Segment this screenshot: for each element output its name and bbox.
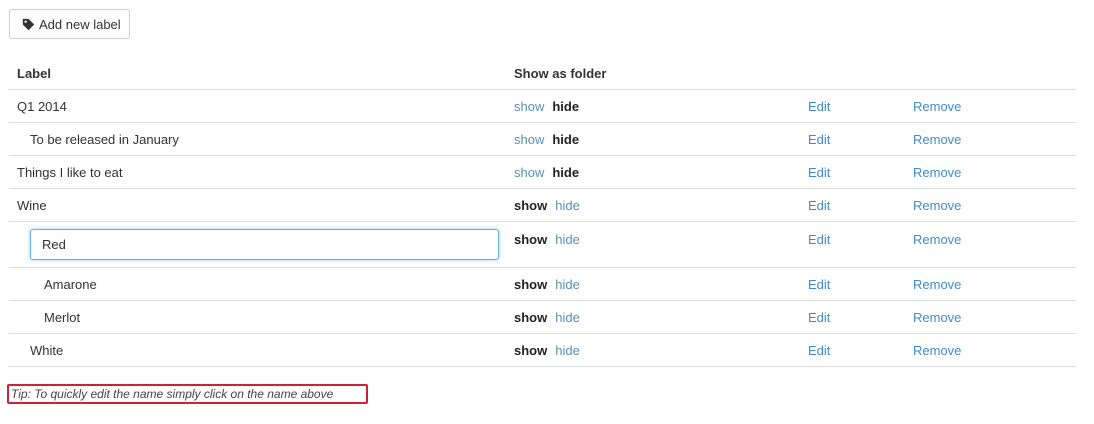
edit-cell: Edit <box>808 189 830 221</box>
show-as-folder-toggle: show hide <box>514 301 580 333</box>
show-as-folder-toggle: show hide <box>514 222 580 267</box>
folder-hide-option[interactable]: hide <box>555 232 580 247</box>
add-new-label-button[interactable]: Add new label <box>9 9 130 39</box>
edit-link[interactable]: Edit <box>808 232 830 247</box>
table-row: show hide Edit Remove <box>9 222 1076 268</box>
tip-text: Tip: To quickly edit the name simply cli… <box>7 384 368 404</box>
labels-table: Label Show as folder Q1 2014 show hide Edit… <box>9 57 1076 367</box>
folder-show-option[interactable]: show <box>514 165 544 180</box>
table-header: Label Show as folder <box>9 57 1076 90</box>
remove-cell: Remove <box>913 334 961 366</box>
remove-cell: Remove <box>913 189 961 221</box>
header-label: Label <box>17 65 51 81</box>
remove-cell: Remove <box>913 123 961 155</box>
folder-show-option[interactable]: show <box>514 99 544 114</box>
table-row: Things I like to eat show hide Edit Remove <box>9 156 1076 189</box>
edit-link[interactable]: Edit <box>808 343 830 358</box>
table-row: To be released in January show hide Edit Rem… <box>9 123 1076 156</box>
remove-link[interactable]: Remove <box>913 99 961 114</box>
remove-cell: Remove <box>913 301 961 333</box>
show-as-folder-toggle: show hide <box>514 156 579 188</box>
remove-link[interactable]: Remove <box>913 198 961 213</box>
edit-link[interactable]: Edit <box>808 165 830 180</box>
edit-link[interactable]: Edit <box>808 277 830 292</box>
table-row: Amarone show hide Edit Remove <box>9 268 1076 301</box>
edit-cell: Edit <box>808 156 830 188</box>
remove-link[interactable]: Remove <box>913 132 961 147</box>
table-row: Wine show hide Edit Remove <box>9 189 1076 222</box>
remove-cell: Remove <box>913 222 961 267</box>
edit-link[interactable]: Edit <box>808 132 830 147</box>
folder-hide-option[interactable]: hide <box>555 343 580 358</box>
folder-show-option[interactable]: show <box>514 232 547 247</box>
show-as-folder-toggle: show hide <box>514 268 580 300</box>
label-name[interactable]: Amarone <box>17 268 97 300</box>
edit-cell: Edit <box>808 123 830 155</box>
edit-cell: Edit <box>808 222 830 267</box>
label-name[interactable]: Things I like to eat <box>17 156 123 188</box>
remove-link[interactable]: Remove <box>913 343 961 358</box>
edit-cell: Edit <box>808 334 830 366</box>
label-edit-cell <box>17 222 499 267</box>
folder-hide-option[interactable]: hide <box>555 198 580 213</box>
table-row: White show hide Edit Remove <box>9 334 1076 367</box>
edit-link[interactable]: Edit <box>808 99 830 114</box>
label-name[interactable]: To be released in January <box>17 123 179 155</box>
remove-cell: Remove <box>913 90 961 122</box>
edit-cell: Edit <box>808 301 830 333</box>
label-name[interactable]: Merlot <box>17 301 80 333</box>
remove-cell: Remove <box>913 156 961 188</box>
label-name[interactable]: Q1 2014 <box>17 90 67 122</box>
folder-show-option[interactable]: show <box>514 310 547 325</box>
folder-show-option[interactable]: show <box>514 132 544 147</box>
show-as-folder-toggle: show hide <box>514 189 580 221</box>
tag-icon <box>22 18 35 30</box>
label-name[interactable]: Wine <box>17 189 47 221</box>
remove-link[interactable]: Remove <box>913 232 961 247</box>
label-name-input[interactable] <box>30 229 499 260</box>
edit-cell: Edit <box>808 268 830 300</box>
add-new-label-text: Add new label <box>39 16 121 32</box>
folder-hide-option[interactable]: hide <box>555 310 580 325</box>
table-row: Q1 2014 show hide Edit Remove <box>9 90 1076 123</box>
folder-hide-option[interactable]: hide <box>552 132 579 147</box>
show-as-folder-toggle: show hide <box>514 90 579 122</box>
table-row: Merlot show hide Edit Remove <box>9 301 1076 334</box>
show-as-folder-toggle: show hide <box>514 334 580 366</box>
edit-cell: Edit <box>808 90 830 122</box>
header-show-as-folder: Show as folder <box>514 65 607 81</box>
folder-show-option[interactable]: show <box>514 198 547 213</box>
folder-hide-option[interactable]: hide <box>555 277 580 292</box>
remove-link[interactable]: Remove <box>913 310 961 325</box>
show-as-folder-toggle: show hide <box>514 123 579 155</box>
folder-hide-option[interactable]: hide <box>552 99 579 114</box>
folder-hide-option[interactable]: hide <box>552 165 579 180</box>
folder-show-option[interactable]: show <box>514 343 547 358</box>
remove-cell: Remove <box>913 268 961 300</box>
remove-link[interactable]: Remove <box>913 165 961 180</box>
remove-link[interactable]: Remove <box>913 277 961 292</box>
edit-link[interactable]: Edit <box>808 310 830 325</box>
label-name[interactable]: White <box>17 334 63 366</box>
edit-link[interactable]: Edit <box>808 198 830 213</box>
folder-show-option[interactable]: show <box>514 277 547 292</box>
